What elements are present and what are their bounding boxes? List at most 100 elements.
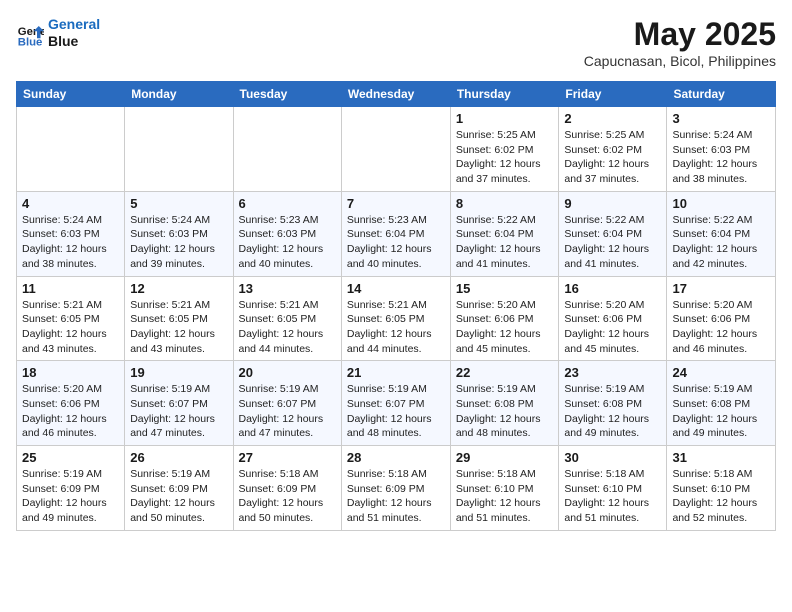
day-info: Sunrise: 5:22 AM Sunset: 6:04 PM Dayligh… <box>564 213 661 272</box>
calendar-cell: 10 Sunrise: 5:22 AM Sunset: 6:04 PM Dayli… <box>667 191 776 276</box>
calendar-cell: 25 Sunrise: 5:19 AM Sunset: 6:09 PM Dayli… <box>17 446 125 531</box>
calendar-cell: 26 Sunrise: 5:19 AM Sunset: 6:09 PM Dayli… <box>125 446 233 531</box>
calendar-cell: 27 Sunrise: 5:18 AM Sunset: 6:09 PM Dayli… <box>233 446 341 531</box>
day-info: Sunrise: 5:23 AM Sunset: 6:03 PM Dayligh… <box>239 213 336 272</box>
day-info: Sunrise: 5:20 AM Sunset: 6:06 PM Dayligh… <box>672 298 770 357</box>
day-number: 17 <box>672 281 770 296</box>
calendar-cell: 13 Sunrise: 5:21 AM Sunset: 6:05 PM Dayli… <box>233 276 341 361</box>
day-number: 11 <box>22 281 119 296</box>
day-info: Sunrise: 5:19 AM Sunset: 6:08 PM Dayligh… <box>564 382 661 441</box>
calendar-cell: 23 Sunrise: 5:19 AM Sunset: 6:08 PM Dayli… <box>559 361 667 446</box>
calendar-cell: 16Sunrise: 5:20 AM Sunset: 6:06 PM Dayli… <box>559 276 667 361</box>
day-info: Sunrise: 5:18 AM Sunset: 6:10 PM Dayligh… <box>456 467 554 526</box>
day-info: Sunrise: 5:24 AM Sunset: 6:03 PM Dayligh… <box>672 128 770 187</box>
calendar-cell: 30Sunrise: 5:18 AM Sunset: 6:10 PM Dayli… <box>559 446 667 531</box>
calendar-cell: 20 Sunrise: 5:19 AM Sunset: 6:07 PM Dayli… <box>233 361 341 446</box>
day-info: Sunrise: 5:24 AM Sunset: 6:03 PM Dayligh… <box>130 213 227 272</box>
calendar-week-row: 1 Sunrise: 5:25 AM Sunset: 6:02 PM Daylig… <box>17 107 776 192</box>
calendar-cell: 4 Sunrise: 5:24 AM Sunset: 6:03 PM Daylig… <box>17 191 125 276</box>
day-info: Sunrise: 5:22 AM Sunset: 6:04 PM Dayligh… <box>672 213 770 272</box>
weekday-header: Wednesday <box>341 82 450 107</box>
logo-text: GeneralBlue <box>48 16 100 50</box>
day-info: Sunrise: 5:18 AM Sunset: 6:09 PM Dayligh… <box>347 467 445 526</box>
day-info: Sunrise: 5:18 AM Sunset: 6:09 PM Dayligh… <box>239 467 336 526</box>
day-number: 23 <box>564 365 661 380</box>
day-info: Sunrise: 5:19 AM Sunset: 6:07 PM Dayligh… <box>239 382 336 441</box>
calendar-cell: 29Sunrise: 5:18 AM Sunset: 6:10 PM Dayli… <box>450 446 559 531</box>
day-number: 26 <box>130 450 227 465</box>
day-info: Sunrise: 5:20 AM Sunset: 6:06 PM Dayligh… <box>456 298 554 357</box>
logo-icon: General Blue <box>16 19 44 47</box>
main-title: May 2025 <box>584 16 776 53</box>
day-info: Sunrise: 5:21 AM Sunset: 6:05 PM Dayligh… <box>130 298 227 357</box>
day-number: 22 <box>456 365 554 380</box>
weekday-header: Friday <box>559 82 667 107</box>
day-number: 14 <box>347 281 445 296</box>
weekday-header: Saturday <box>667 82 776 107</box>
calendar-cell: 28 Sunrise: 5:18 AM Sunset: 6:09 PM Dayli… <box>341 446 450 531</box>
calendar-cell: 1 Sunrise: 5:25 AM Sunset: 6:02 PM Daylig… <box>450 107 559 192</box>
calendar-cell: 12Sunrise: 5:21 AM Sunset: 6:05 PM Dayli… <box>125 276 233 361</box>
day-info: Sunrise: 5:21 AM Sunset: 6:05 PM Dayligh… <box>22 298 119 357</box>
calendar-cell: 7Sunrise: 5:23 AM Sunset: 6:04 PM Daylig… <box>341 191 450 276</box>
day-number: 3 <box>672 111 770 126</box>
subtitle: Capucnasan, Bicol, Philippines <box>584 53 776 69</box>
day-info: Sunrise: 5:19 AM Sunset: 6:09 PM Dayligh… <box>22 467 119 526</box>
day-info: Sunrise: 5:18 AM Sunset: 6:10 PM Dayligh… <box>564 467 661 526</box>
weekday-header: Sunday <box>17 82 125 107</box>
calendar-week-row: 4 Sunrise: 5:24 AM Sunset: 6:03 PM Daylig… <box>17 191 776 276</box>
calendar-cell: 19 Sunrise: 5:19 AM Sunset: 6:07 PM Dayli… <box>125 361 233 446</box>
day-info: Sunrise: 5:19 AM Sunset: 6:07 PM Dayligh… <box>130 382 227 441</box>
calendar-header-row: SundayMondayTuesdayWednesdayThursdayFrid… <box>17 82 776 107</box>
day-info: Sunrise: 5:18 AM Sunset: 6:10 PM Dayligh… <box>672 467 770 526</box>
day-info: Sunrise: 5:19 AM Sunset: 6:09 PM Dayligh… <box>130 467 227 526</box>
day-number: 19 <box>130 365 227 380</box>
calendar-cell: 8 Sunrise: 5:22 AM Sunset: 6:04 PM Daylig… <box>450 191 559 276</box>
calendar-week-row: 11 Sunrise: 5:21 AM Sunset: 6:05 PM Dayli… <box>17 276 776 361</box>
calendar-cell: 11 Sunrise: 5:21 AM Sunset: 6:05 PM Dayli… <box>17 276 125 361</box>
calendar-cell: 14Sunrise: 5:21 AM Sunset: 6:05 PM Dayli… <box>341 276 450 361</box>
day-number: 16 <box>564 281 661 296</box>
calendar-cell <box>341 107 450 192</box>
calendar-cell: 21Sunrise: 5:19 AM Sunset: 6:07 PM Dayli… <box>341 361 450 446</box>
day-info: Sunrise: 5:22 AM Sunset: 6:04 PM Dayligh… <box>456 213 554 272</box>
day-info: Sunrise: 5:20 AM Sunset: 6:06 PM Dayligh… <box>22 382 119 441</box>
day-number: 9 <box>564 196 661 211</box>
day-number: 28 <box>347 450 445 465</box>
day-number: 20 <box>239 365 336 380</box>
day-number: 1 <box>456 111 554 126</box>
calendar-cell: 31 Sunrise: 5:18 AM Sunset: 6:10 PM Dayli… <box>667 446 776 531</box>
day-number: 6 <box>239 196 336 211</box>
calendar-cell: 3 Sunrise: 5:24 AM Sunset: 6:03 PM Daylig… <box>667 107 776 192</box>
day-info: Sunrise: 5:24 AM Sunset: 6:03 PM Dayligh… <box>22 213 119 272</box>
day-number: 4 <box>22 196 119 211</box>
day-number: 10 <box>672 196 770 211</box>
calendar-week-row: 25 Sunrise: 5:19 AM Sunset: 6:09 PM Dayli… <box>17 446 776 531</box>
day-number: 31 <box>672 450 770 465</box>
calendar-cell: 9 Sunrise: 5:22 AM Sunset: 6:04 PM Daylig… <box>559 191 667 276</box>
day-number: 13 <box>239 281 336 296</box>
weekday-header: Monday <box>125 82 233 107</box>
day-number: 27 <box>239 450 336 465</box>
day-number: 5 <box>130 196 227 211</box>
calendar-cell: 22Sunrise: 5:19 AM Sunset: 6:08 PM Dayli… <box>450 361 559 446</box>
weekday-header: Tuesday <box>233 82 341 107</box>
page-header: General Blue GeneralBlue May 2025 Capucn… <box>16 16 776 69</box>
logo: General Blue GeneralBlue <box>16 16 100 50</box>
calendar-cell: 6 Sunrise: 5:23 AM Sunset: 6:03 PM Daylig… <box>233 191 341 276</box>
day-info: Sunrise: 5:21 AM Sunset: 6:05 PM Dayligh… <box>239 298 336 357</box>
day-info: Sunrise: 5:19 AM Sunset: 6:07 PM Dayligh… <box>347 382 445 441</box>
day-info: Sunrise: 5:25 AM Sunset: 6:02 PM Dayligh… <box>456 128 554 187</box>
calendar-cell <box>233 107 341 192</box>
calendar-cell <box>125 107 233 192</box>
day-number: 25 <box>22 450 119 465</box>
calendar-cell: 24Sunrise: 5:19 AM Sunset: 6:08 PM Dayli… <box>667 361 776 446</box>
day-info: Sunrise: 5:19 AM Sunset: 6:08 PM Dayligh… <box>672 382 770 441</box>
day-number: 18 <box>22 365 119 380</box>
day-number: 8 <box>456 196 554 211</box>
title-block: May 2025 Capucnasan, Bicol, Philippines <box>584 16 776 69</box>
day-info: Sunrise: 5:25 AM Sunset: 6:02 PM Dayligh… <box>564 128 661 187</box>
calendar-cell: 15Sunrise: 5:20 AM Sunset: 6:06 PM Dayli… <box>450 276 559 361</box>
day-number: 2 <box>564 111 661 126</box>
day-info: Sunrise: 5:23 AM Sunset: 6:04 PM Dayligh… <box>347 213 445 272</box>
